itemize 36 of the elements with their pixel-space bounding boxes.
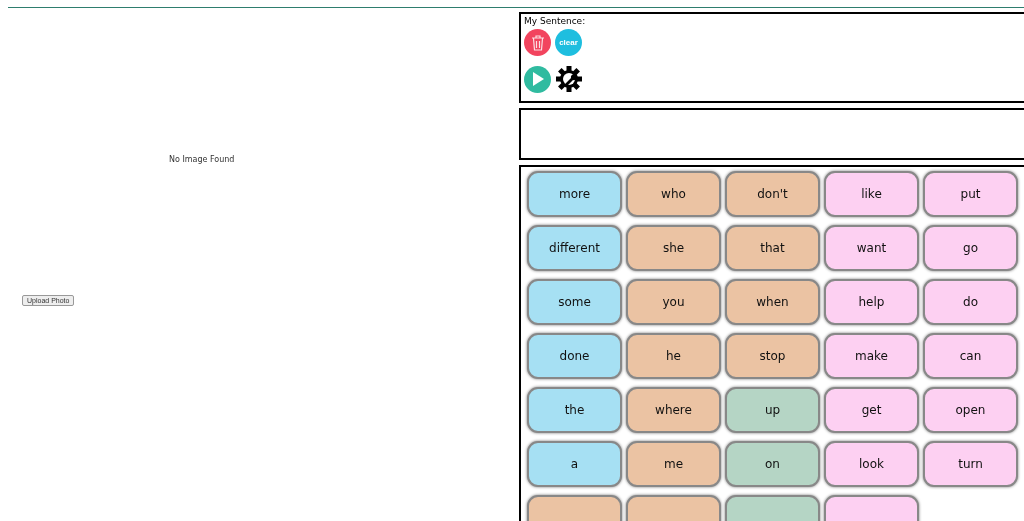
word-tile[interactable]: help bbox=[824, 279, 919, 325]
trash-icon bbox=[530, 34, 545, 51]
play-icon bbox=[530, 71, 545, 87]
word-tile[interactable]: a bbox=[527, 441, 622, 487]
word-tile[interactable]: go bbox=[923, 225, 1018, 271]
word-tile[interactable]: when bbox=[725, 279, 820, 325]
word-tile[interactable]: who bbox=[626, 171, 721, 217]
word-tile[interactable]: make bbox=[824, 333, 919, 379]
word-tile[interactable]: stop bbox=[725, 333, 820, 379]
word-tile[interactable]: some bbox=[527, 279, 622, 325]
word-tile[interactable]: do bbox=[923, 279, 1018, 325]
word-tile[interactable]: look bbox=[824, 441, 919, 487]
word-tile[interactable]: me bbox=[626, 441, 721, 487]
word-tile[interactable]: where bbox=[626, 387, 721, 433]
word-tile[interactable]: the bbox=[527, 387, 622, 433]
word-tile[interactable]: put bbox=[923, 171, 1018, 217]
delete-button[interactable] bbox=[524, 29, 551, 56]
word-tile[interactable]: turn bbox=[923, 441, 1018, 487]
word-tile[interactable]: she bbox=[626, 225, 721, 271]
word-tile[interactable]: open bbox=[923, 387, 1018, 433]
word-tile[interactable]: done bbox=[527, 333, 622, 379]
word-tile[interactable]: you bbox=[626, 279, 721, 325]
word-tile[interactable]: on bbox=[725, 441, 820, 487]
word-tile[interactable]: don't bbox=[725, 171, 820, 217]
word-tile[interactable]: can bbox=[923, 333, 1018, 379]
word-tile[interactable]: he bbox=[626, 333, 721, 379]
word-tile[interactable]: different bbox=[527, 225, 622, 271]
word-tile[interactable]: more bbox=[527, 171, 622, 217]
word-tile[interactable]: up bbox=[725, 387, 820, 433]
no-image-message: No Image Found bbox=[169, 155, 235, 164]
word-tile[interactable]: like bbox=[824, 171, 919, 217]
sentence-label: My Sentence: bbox=[524, 16, 587, 26]
word-tile[interactable]: that bbox=[725, 225, 820, 271]
word-tile[interactable]: want bbox=[824, 225, 919, 271]
settings-icon[interactable] bbox=[555, 65, 583, 93]
word-tile[interactable]: get bbox=[824, 387, 919, 433]
